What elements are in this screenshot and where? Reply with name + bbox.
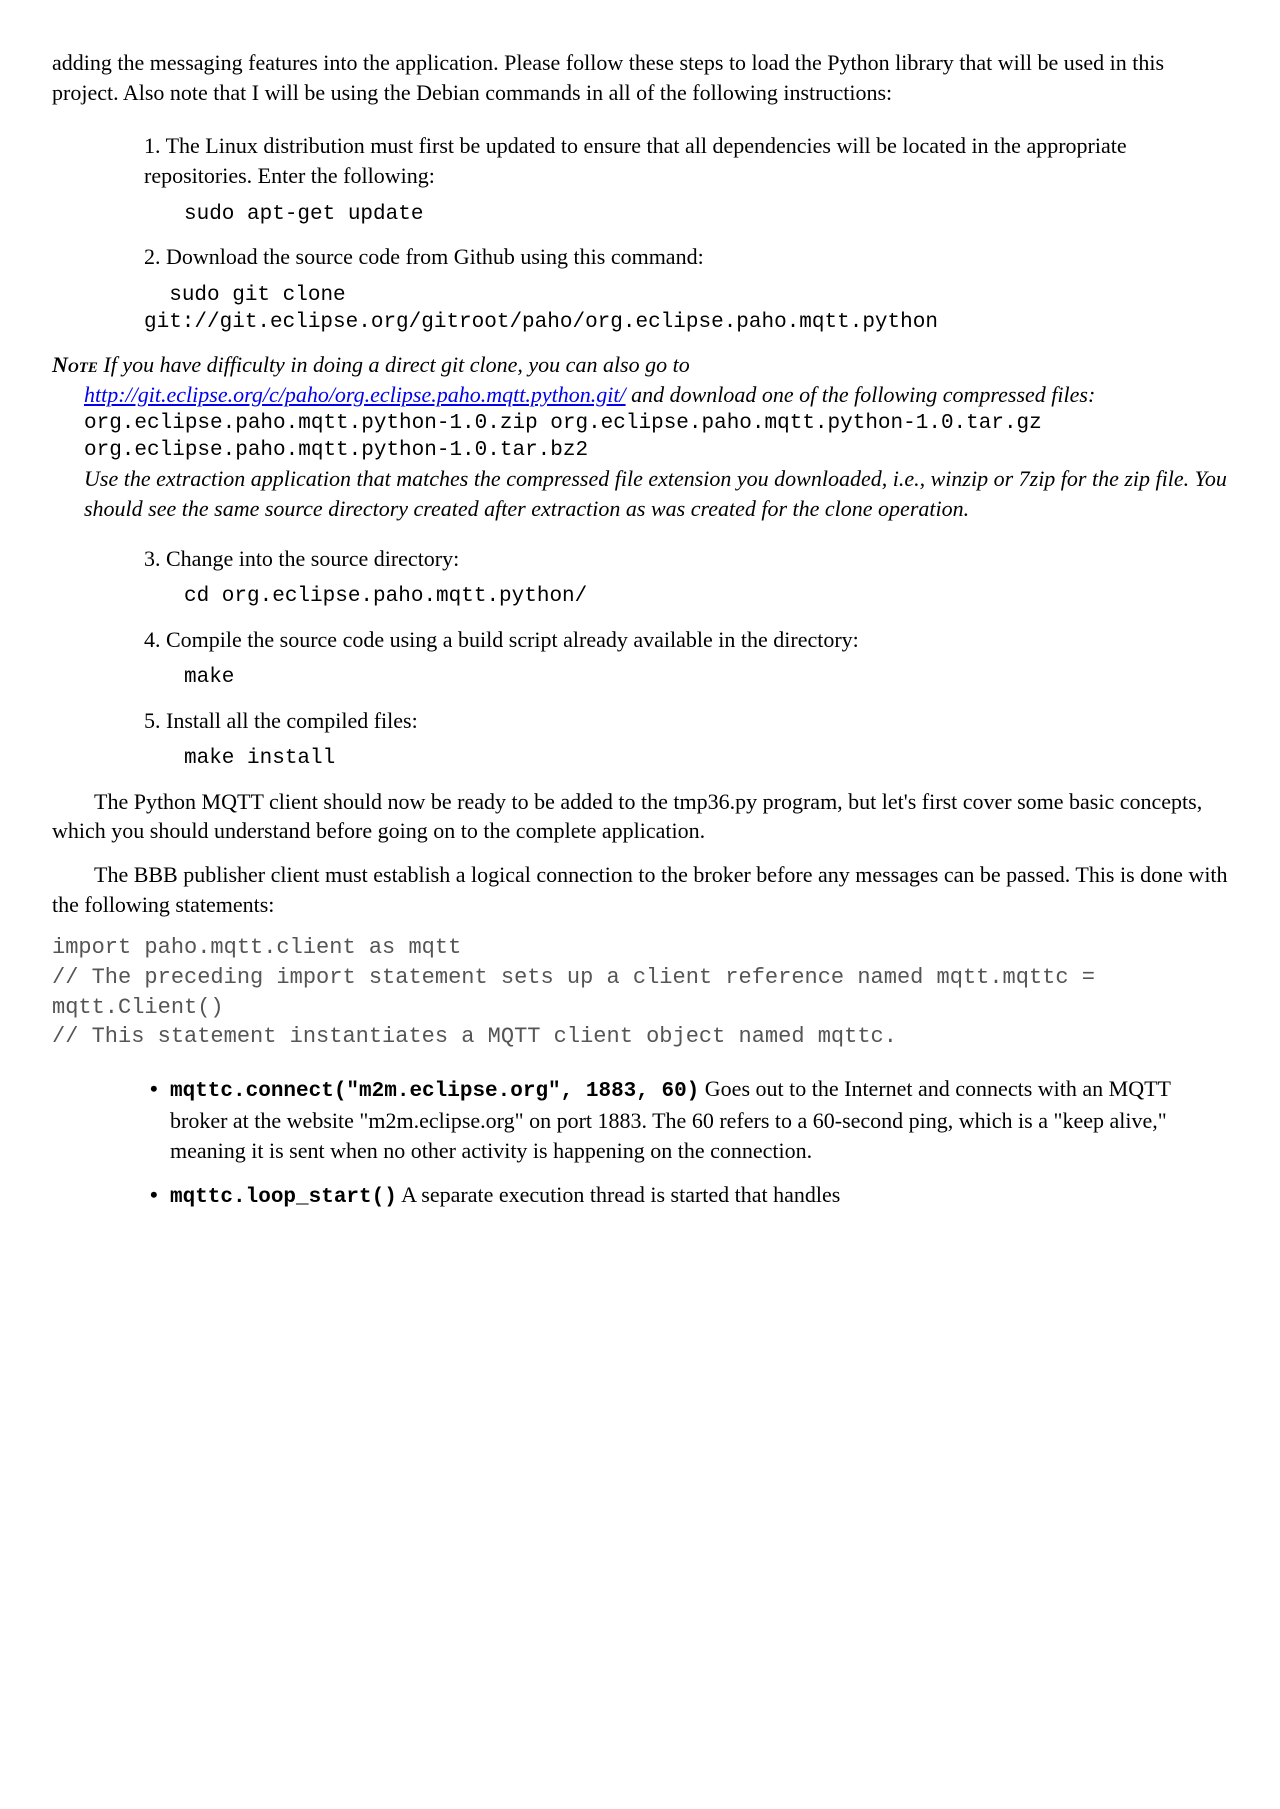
step-3-code: cd org.eclipse.paho.mqtt.python/ [184, 583, 1228, 610]
note-lead-1: If you have difficulty in doing a direct… [98, 352, 690, 377]
step-2-text: 2. Download the source code from Github … [144, 242, 1228, 272]
bullet-dot-icon: • [150, 1074, 170, 1166]
note-trail: Use the extraction application that matc… [84, 466, 1227, 521]
step-5-code: make install [184, 745, 1228, 772]
bullet-dot-icon: • [150, 1180, 170, 1212]
note-block: Note If you have difficulty in doing a d… [52, 350, 1228, 523]
bullet-item-1: • mqttc.connect("m2m.eclipse.org", 1883,… [150, 1074, 1228, 1166]
bullet-list: • mqttc.connect("m2m.eclipse.org", 1883,… [150, 1074, 1228, 1212]
steps-group-1: 1. The Linux distribution must first be … [144, 131, 1228, 336]
step-1-code: sudo apt-get update [184, 201, 1228, 228]
note-link[interactable]: http://git.eclipse.org/c/paho/org.eclips… [84, 382, 626, 407]
intro-paragraph: adding the messaging features into the a… [52, 48, 1228, 107]
step-2-code: sudo git clone git://git.eclipse.org/git… [144, 282, 1228, 337]
code-listing: import paho.mqtt.client as mqtt // The p… [52, 933, 1228, 1052]
bullet-item-2: • mqttc.loop_start() A separate executio… [150, 1180, 1228, 1212]
step-4-text: 4. Compile the source code using a build… [144, 625, 1228, 655]
bullet-1-code: mqttc.connect("m2m.eclipse.org", 1883, 6… [170, 1080, 699, 1103]
steps-group-2: 3. Change into the source directory: cd … [144, 544, 1228, 773]
note-label: Note [52, 352, 98, 377]
body-para-1: The Python MQTT client should now be rea… [52, 787, 1228, 846]
step-4-code: make [184, 664, 1228, 691]
note-period: . [964, 496, 970, 521]
step-1-text: 1. The Linux distribution must first be … [144, 131, 1228, 190]
bullet-2-text: A separate execution thread is started t… [397, 1182, 841, 1207]
note-lead-2: and download one of the following compre… [626, 382, 1096, 407]
bullet-2-code: mqttc.loop_start() [170, 1186, 397, 1209]
note-file-list: org.eclipse.paho.mqtt.python-1.0.zip org… [84, 410, 1228, 465]
step-5-text: 5. Install all the compiled files: [144, 706, 1228, 736]
step-3-text: 3. Change into the source directory: [144, 544, 1228, 574]
body-para-2: The BBB publisher client must establish … [52, 860, 1228, 919]
